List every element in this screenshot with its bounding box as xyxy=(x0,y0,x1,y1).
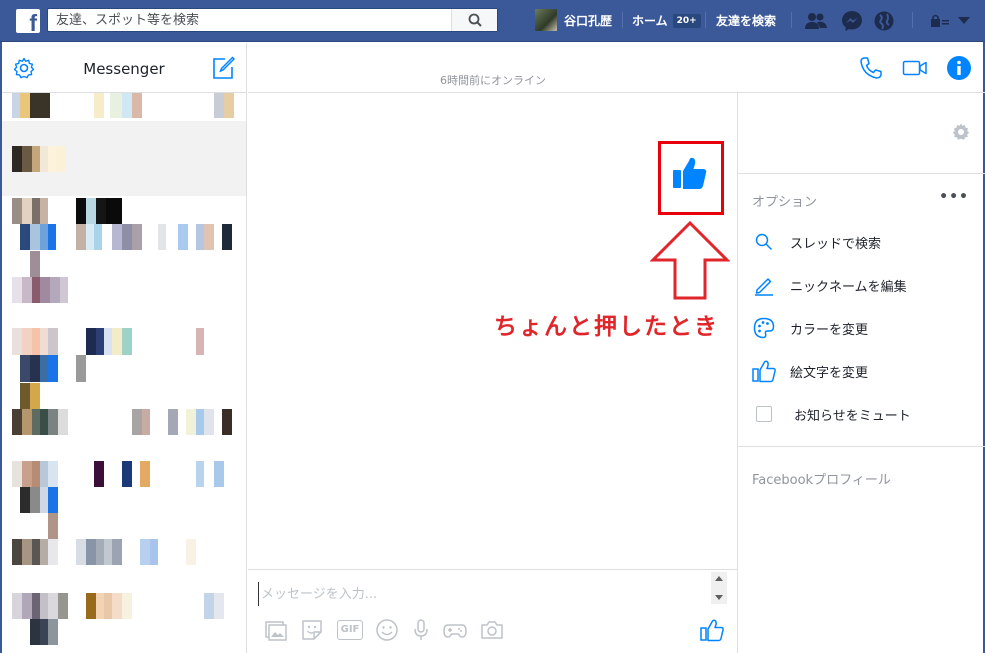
conversation-thread-active[interactable] xyxy=(2,121,246,196)
compose-new-message-icon[interactable] xyxy=(211,56,235,80)
message-input[interactable] xyxy=(258,582,698,606)
home-badge: 20+ xyxy=(672,13,701,28)
scroll-up-arrow-icon[interactable] xyxy=(715,576,723,581)
gif-icon[interactable]: GIF xyxy=(337,620,363,640)
nav-separator xyxy=(622,12,623,28)
home-link[interactable]: ホーム 20+ xyxy=(632,12,701,29)
message-area: ちょんと押したとき xyxy=(248,93,737,569)
option-label: 絵文字を変更 xyxy=(790,365,869,381)
conversation-thread[interactable] xyxy=(2,328,246,388)
emoji-icon[interactable] xyxy=(375,618,399,642)
photo-icon[interactable] xyxy=(264,618,288,642)
scroll-down-arrow-icon[interactable] xyxy=(715,595,723,600)
sidebar-title: Messenger xyxy=(83,60,165,78)
annotation-caption: ちょんと押したとき xyxy=(494,314,719,340)
sticker-icon[interactable] xyxy=(300,618,324,642)
palette-icon xyxy=(752,316,776,340)
search-icon xyxy=(468,13,482,27)
divider xyxy=(738,173,985,174)
option-label: お知らせをミュート xyxy=(794,408,911,424)
search-input[interactable] xyxy=(48,9,448,31)
option-label: カラーを変更 xyxy=(790,322,869,338)
top-navigation-bar: f 谷口孔歴 ホーム 20+ 友達を検索 xyxy=(0,0,985,42)
lock-icon[interactable] xyxy=(928,9,952,33)
more-options-button[interactable]: ••• xyxy=(939,189,969,205)
divider xyxy=(738,446,985,447)
options-heading: オプション xyxy=(752,195,818,210)
mute-checkbox[interactable] xyxy=(756,406,772,422)
conversation-header: 6時間前にオンライン xyxy=(248,43,985,93)
gear-icon[interactable] xyxy=(952,123,970,141)
nav-separator xyxy=(705,12,706,28)
facebook-profile-link[interactable]: Facebookプロフィール xyxy=(752,469,891,488)
conversation-thread[interactable] xyxy=(2,461,246,541)
profile-name: 谷口孔歴 xyxy=(564,13,613,28)
nav-separator xyxy=(791,12,792,28)
find-friends-link[interactable]: 友達を検索 xyxy=(716,12,776,29)
option-change-color[interactable]: カラーを変更 xyxy=(752,313,972,343)
globe-icon[interactable] xyxy=(872,9,896,33)
phone-icon[interactable] xyxy=(858,55,884,81)
info-icon[interactable] xyxy=(946,55,972,81)
option-mute-notifications[interactable]: お知らせをミュート xyxy=(752,399,972,429)
conversation-thread[interactable] xyxy=(2,593,246,653)
profile-link[interactable]: 谷口孔歴 xyxy=(535,9,612,31)
option-edit-nicknames[interactable]: ニックネームを編集 xyxy=(752,270,972,300)
search-button[interactable] xyxy=(451,9,497,31)
conversation-panel: 6時間前にオンライン ちょんと押したとき メッセージを入力... GIF オプシ… xyxy=(248,43,985,653)
game-icon[interactable] xyxy=(443,618,467,642)
composer-scrollbar[interactable] xyxy=(711,572,727,604)
message-composer: GIF xyxy=(248,569,737,653)
facebook-logo[interactable]: f xyxy=(16,9,40,33)
mic-icon[interactable] xyxy=(409,618,433,642)
conversation-thread[interactable] xyxy=(2,93,246,121)
camera-icon[interactable] xyxy=(480,618,504,642)
active-status: 6時間前にオンライン xyxy=(440,74,546,87)
option-label: スレッドで検索 xyxy=(790,236,882,252)
conversation-info-panel: オプション ••• スレッドで検索 ニックネームを編集 カラーを変更 絵文字を変… xyxy=(737,93,985,653)
annotation-highlight-box xyxy=(658,141,724,215)
sidebar-header: Messenger xyxy=(2,43,246,93)
video-call-icon[interactable] xyxy=(902,55,928,81)
send-thumbs-up-icon[interactable] xyxy=(700,618,724,642)
option-search-in-thread[interactable]: スレッドで検索 xyxy=(752,227,972,257)
messenger-icon[interactable] xyxy=(840,9,864,33)
nav-separator xyxy=(912,12,913,28)
thumbs-up-icon xyxy=(752,359,776,383)
conversation-thread[interactable] xyxy=(2,383,246,438)
avatar xyxy=(535,9,557,31)
conversation-thread[interactable] xyxy=(2,539,246,569)
conversation-thread[interactable] xyxy=(2,251,246,311)
annotation-up-arrow xyxy=(650,221,730,300)
option-change-emoji[interactable]: 絵文字を変更 xyxy=(752,356,972,386)
home-label: ホーム xyxy=(632,14,668,28)
pencil-icon xyxy=(752,273,776,297)
chevron-down-icon[interactable] xyxy=(952,9,976,33)
search-box xyxy=(47,8,498,32)
option-label: ニックネームを編集 xyxy=(790,279,907,295)
friend-requests-icon[interactable] xyxy=(804,9,828,33)
conversation-list-sidebar: Messenger xyxy=(2,43,247,653)
search-icon xyxy=(752,230,776,254)
